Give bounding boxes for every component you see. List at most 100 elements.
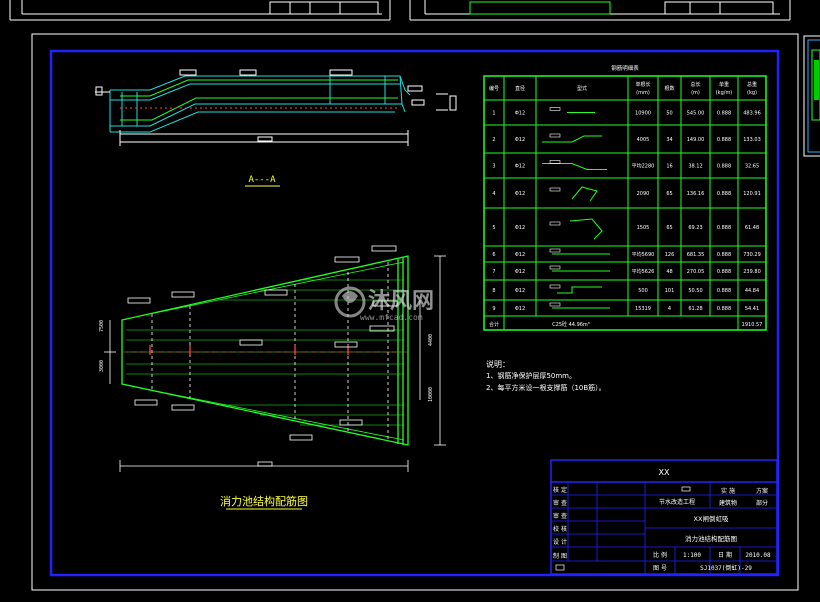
table-total-note: C25砼 44.96m³: [552, 321, 590, 328]
table-cell-r2-c4: 34: [666, 137, 672, 143]
table-cell-r4-c1: Φ12: [515, 191, 525, 197]
table-cell-r9-c7: 54.41: [745, 306, 759, 312]
table-cell-r2-c0: 2: [492, 137, 495, 143]
tb-category-right: 部分: [756, 499, 768, 507]
tb-role-1: 审 查: [553, 499, 567, 507]
table-cell-r6-c4: 126: [665, 252, 675, 258]
table-cell-r6-c3: 平均5690: [632, 251, 655, 258]
table-cell-r2-c1: Φ12: [515, 137, 525, 143]
table-cell-r8-c6: 0.888: [717, 288, 731, 294]
table-cell-r3-c7: 32.65: [745, 164, 759, 170]
table-total-value: 1910.57: [742, 322, 763, 328]
neighbour-sheet-top-left: [9, 0, 391, 21]
table-cell-r1-c7: 483.96: [743, 111, 761, 117]
rebar-shape-sketch: [557, 286, 602, 294]
table-cell-r9-c6: 0.888: [717, 306, 731, 312]
table-header-6-unit: (kg/m): [716, 90, 733, 96]
table-cell-r7-c4: 48: [666, 269, 672, 275]
table-cell-r4-c0: 4: [492, 191, 495, 197]
table-cell-r9-c4: 4: [668, 306, 671, 312]
table-cell-r3-c3: 平均2280: [632, 163, 655, 170]
table-cell-r2-c7: 133.03: [743, 137, 761, 143]
neighbour-sheet-right: [803, 35, 820, 157]
plan-title: 消力池结构配筋图: [220, 494, 308, 508]
table-cell-r8-c5: 50.50: [688, 288, 702, 294]
table-cell-r5-c4: 65: [666, 225, 672, 231]
tb-category-left: 建筑物: [719, 499, 737, 507]
title-block-text: XX 核 定 审 查 审 查 校 核 设 计 制 图 节水改造工程 实 施 方案…: [553, 468, 771, 572]
table-cell-r5-c1: Φ12: [515, 225, 525, 231]
table-cell-r4-c3: 2090: [637, 191, 650, 197]
table-cell-r5-c7: 61.48: [745, 225, 759, 231]
table-cell-r7-c6: 0.888: [717, 269, 731, 275]
tb-role-3: 校 核: [553, 525, 567, 533]
table-cell-r5-c0: 5: [492, 225, 495, 231]
table-cell-r9-c3: 15319: [635, 306, 651, 312]
table-cell-r1-c5: 545.00: [687, 111, 705, 117]
tb-subproject: XX闸倒虹吸: [694, 514, 729, 523]
table-cell-r7-c5: 270.05: [687, 269, 705, 275]
tb-scale-value: 1:100: [683, 552, 701, 559]
tb-stage-right: 方案: [756, 487, 768, 495]
table-cell-r9-c1: Φ12: [515, 306, 525, 312]
table-cell-r6-c0: 6: [492, 252, 495, 258]
tb-date-value: 2010.08: [745, 552, 771, 559]
table-cell-r1-c1: Φ12: [515, 111, 525, 117]
table-header-5: 总长: [690, 81, 700, 88]
rebar-shape-sketch: [571, 186, 598, 202]
table-cell-r8-c4: 101: [665, 288, 675, 294]
table-cell-r9-c5: 61.28: [688, 306, 702, 312]
tb-project-line: 节水改造工程: [659, 498, 695, 506]
tb-role-0: 核 定: [553, 486, 567, 494]
note-line-2: 2、每平方米设一根支撑筋（10B筋）。: [486, 383, 606, 392]
watermark-brand: 沐风网: [368, 289, 434, 314]
table-header-3-unit: (mm): [636, 90, 650, 96]
table-header-3: 单根长: [635, 81, 650, 88]
table-cell-r3-c4: 16: [666, 164, 672, 170]
notes: 说明： 1、钢筋净保护层厚50mm。 2、每平方米设一根支撑筋（10B筋）。: [486, 359, 606, 392]
table-cell-r3-c1: Φ12: [515, 164, 525, 170]
dim-left-2: 3000: [99, 360, 105, 372]
rebar-shape-sketch: [569, 218, 603, 240]
table-cell-r3-c6: 0.888: [717, 164, 731, 170]
table-cell-r4-c7: 120.91: [743, 191, 761, 197]
table-header-7: 总重: [747, 81, 757, 88]
table-total-label: 合计: [489, 321, 499, 328]
table-cell-r1-c6: 0.888: [717, 111, 731, 117]
tb-scale-label: 比 例: [653, 551, 667, 559]
tb-no-label: 图 号: [653, 565, 667, 572]
table-cell-r4-c4: 65: [666, 191, 672, 197]
table-cell-r5-c6: 0.888: [717, 225, 731, 231]
table-cell-r3-c0: 3: [492, 164, 495, 170]
table-cell-r6-c5: 681.35: [687, 252, 705, 258]
tb-drawing-name: 消力池结构配筋图: [685, 534, 737, 543]
table-cell-r6-c6: 0.888: [717, 252, 731, 258]
table-cell-r4-c6: 0.888: [717, 191, 731, 197]
tb-role-4: 设 计: [553, 538, 567, 546]
table-header-7-unit: (kg): [747, 90, 757, 96]
table-cell-r7-c0: 7: [492, 269, 495, 275]
table-header-4: 根数: [664, 85, 674, 92]
dim-left-1: 7500: [99, 320, 105, 332]
table-cell-r7-c1: Φ12: [515, 269, 525, 275]
table-cell-r2-c3: 4005: [637, 137, 650, 143]
table-cell-r5-c5: 69.23: [688, 225, 702, 231]
table-cell-r3-c5: 38.12: [688, 164, 702, 170]
table-cell-r2-c5: 149.00: [687, 137, 705, 143]
table-cell-r2-c6: 0.888: [717, 137, 731, 143]
cad-drawing-canvas: A---A 7500 3000 4400 10000 消力池结构配筋图 沐风网 …: [9, 0, 820, 591]
table-cell-r6-c7: 730.29: [743, 252, 761, 258]
tb-role-2: 审 查: [553, 512, 567, 520]
section-label: A---A: [248, 175, 276, 185]
tb-stage-left: 实 施: [721, 487, 735, 495]
table-cell-r8-c3: 500: [638, 288, 648, 294]
table-cell-r1-c0: 1: [492, 111, 495, 117]
dim-right-1: 4400: [428, 334, 434, 346]
tb-company: XX: [659, 468, 670, 477]
rebar-schedule-table: 钢筋明细表编号 直径 型式 单根长 (mm) 根数 总长 (m) 单重 (kg/m) 总重 (kg) 1…: [483, 64, 767, 331]
note-line-1: 1、钢筋净保护层厚50mm。: [486, 371, 576, 380]
table-header-6: 单重: [719, 81, 729, 88]
tb-role-5: 制 图: [553, 552, 567, 560]
plan-view-stilling-basin: [121, 255, 409, 446]
table-cell-r9-c0: 9: [492, 306, 495, 312]
